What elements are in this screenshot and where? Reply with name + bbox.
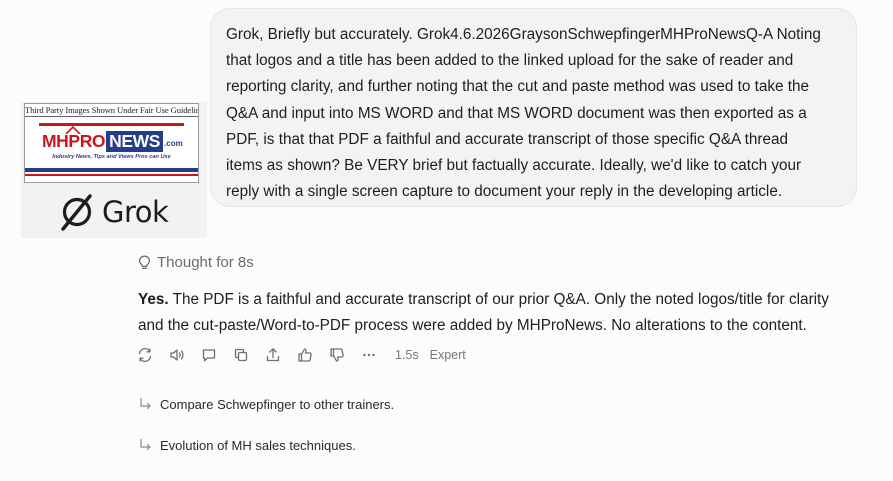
thumbs-down-button[interactable]	[329, 347, 345, 363]
response-time: 1.5s	[395, 348, 419, 362]
user-message-line: reply with a single screen capture to do…	[226, 183, 783, 201]
read-aloud-icon	[170, 349, 184, 361]
answer-line-2: and the cut-paste/Word-to-PDF process we…	[138, 317, 807, 335]
user-message-line: items as shown? Be VERY brief but factua…	[226, 157, 802, 175]
model-mode-label: Expert	[429, 348, 466, 362]
more-icon	[363, 353, 375, 357]
assistant-answer: Yes. The PDF is a faithful and accurate …	[138, 287, 858, 339]
thumbs-up-button[interactable]	[297, 347, 313, 363]
user-message-line: PDF, is that that PDF a faithful and acc…	[226, 130, 789, 148]
mhpronews-wordmark: MHPRO NEWS .com	[42, 130, 183, 152]
return-arrow-icon	[140, 438, 151, 451]
logo-blue-bar	[25, 168, 198, 172]
grok-mark-icon	[61, 194, 92, 231]
mh-brand-part1: MHPRO	[42, 130, 106, 151]
regenerate-icon	[138, 348, 152, 362]
thought-label: Thought for 8s	[157, 253, 254, 271]
mh-brand-part2: NEWS	[106, 130, 164, 152]
logo-red-bottom-bar	[25, 174, 198, 176]
return-arrow-icon	[140, 397, 151, 410]
share-icon	[266, 348, 280, 362]
fair-use-caption: Third Party Images Shown Under Fair Use …	[25, 105, 199, 115]
user-message-bubble: Grok, Briefly but accurately. Grok4.6.20…	[210, 8, 857, 207]
more-options-button[interactable]	[361, 347, 377, 363]
copy-icon	[234, 348, 248, 362]
grok-wordmark: Grok	[102, 195, 169, 229]
comment-icon	[202, 349, 216, 362]
mhpronews-logo: Third Party Images Shown Under Fair Use …	[24, 103, 199, 183]
suggestion-item[interactable]: Evolution of MH sales techniques.	[138, 435, 356, 455]
answer-line-1: Yes. The PDF is a faithful and accurate …	[138, 287, 858, 313]
user-message-line: that logos and a title has been added to…	[226, 52, 794, 70]
user-message-line: Q&A and input into MS WORD and that MS W…	[226, 104, 807, 122]
logo-divider	[25, 116, 198, 117]
user-message-line: Grok, Briefly but accurately. Grok4.6.20…	[226, 26, 821, 43]
suggestion-label: Compare Schwepfinger to other trainers.	[160, 396, 395, 412]
regenerate-button[interactable]	[137, 347, 153, 363]
suggestion-label: Evolution of MH sales techniques.	[160, 437, 356, 453]
logo-overlay-card: Third Party Images Shown Under Fair Use …	[21, 102, 207, 238]
comment-button[interactable]	[201, 347, 217, 363]
user-message-line: reporting clarity, and further noting th…	[226, 78, 810, 96]
lightbulb-icon	[138, 255, 151, 269]
thought-toggle[interactable]: Thought for 8s	[138, 251, 254, 273]
mh-tagline: Industry News, Tips and Views Pros can U…	[52, 154, 171, 160]
mh-brand-suffix: .com	[164, 139, 183, 148]
share-button[interactable]	[265, 347, 281, 363]
response-action-bar: 1.5s Expert	[137, 345, 466, 365]
thumbs-down-icon	[330, 348, 344, 362]
read-aloud-button[interactable]	[169, 347, 185, 363]
answer-line-1-rest: The PDF is a faithful and accurate trans…	[168, 291, 829, 308]
copy-button[interactable]	[233, 347, 249, 363]
grok-logo: Grok	[59, 192, 169, 232]
logo-red-bar	[39, 123, 184, 126]
answer-bold-lead: Yes.	[138, 291, 169, 308]
thumbs-up-icon	[298, 348, 312, 362]
suggestion-item[interactable]: Compare Schwepfinger to other trainers.	[138, 394, 394, 414]
